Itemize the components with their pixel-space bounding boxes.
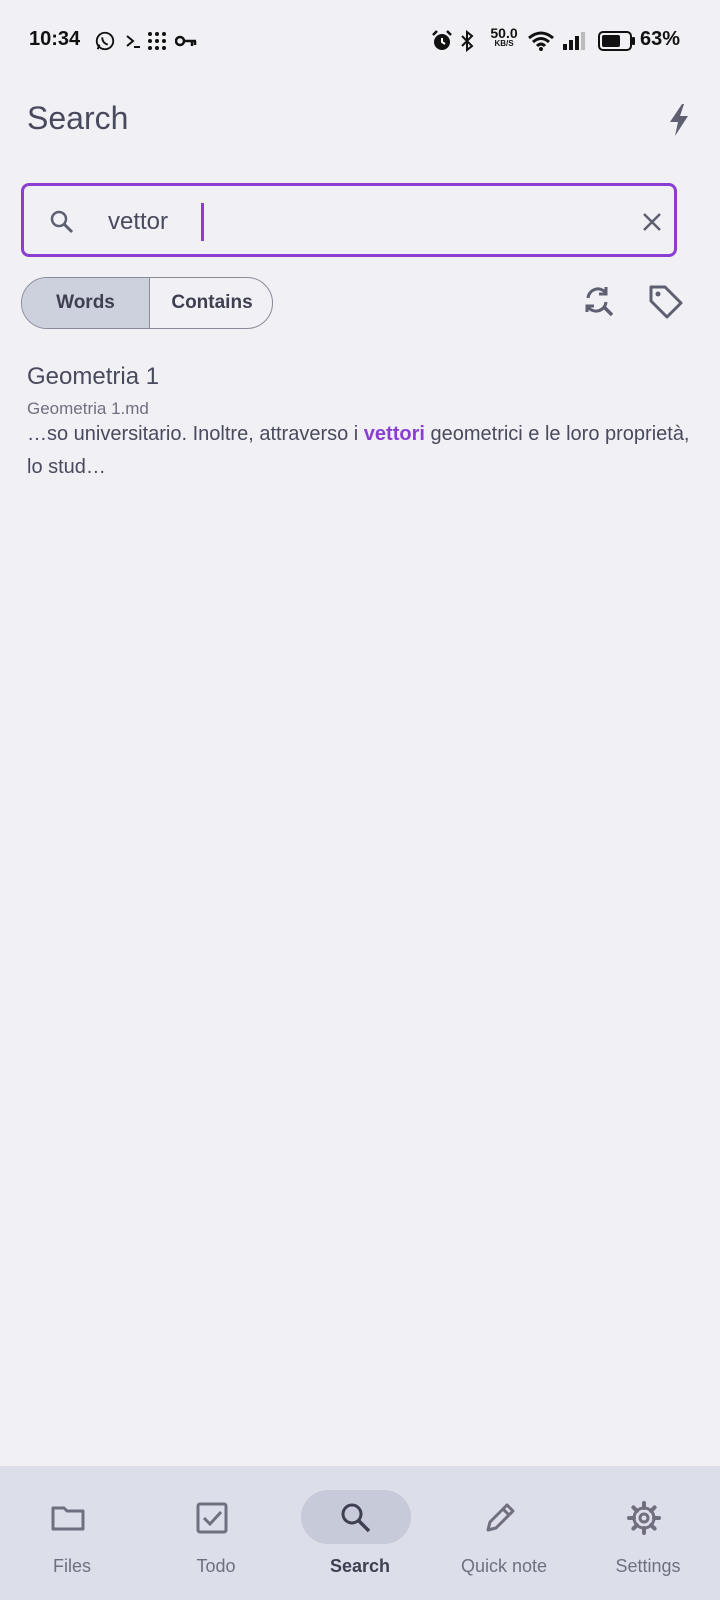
net-speed: 50.0 KB/S bbox=[486, 26, 522, 48]
close-icon[interactable] bbox=[638, 208, 666, 236]
result-filename: Geometria 1.md bbox=[27, 399, 149, 418]
search-icon bbox=[338, 1500, 374, 1536]
result-title: Geometria 1 bbox=[27, 363, 160, 390]
checkbox-icon bbox=[194, 1500, 230, 1536]
nav-label: Settings bbox=[615, 1556, 681, 1576]
snippet-match: vettori bbox=[363, 423, 425, 445]
snippet-text-before: …so universitario. Inoltre, attraverso i bbox=[27, 423, 364, 445]
search-input[interactable] bbox=[108, 204, 628, 240]
nav-quick-note[interactable]: Quick note bbox=[432, 1466, 576, 1600]
wifi-icon bbox=[526, 27, 556, 55]
bolt-icon[interactable] bbox=[664, 102, 694, 138]
bluetooth-icon bbox=[459, 27, 475, 55]
pencil-icon bbox=[482, 1500, 518, 1536]
alarm-icon bbox=[430, 27, 454, 55]
nav-label: Files bbox=[52, 1556, 91, 1576]
tag-icon[interactable] bbox=[645, 281, 685, 321]
text-caret bbox=[201, 203, 204, 241]
net-speed-value: 50.0 bbox=[490, 25, 518, 41]
nav-files[interactable]: Files bbox=[0, 1466, 144, 1600]
whatsapp-icon bbox=[93, 27, 117, 55]
page-title: Search bbox=[27, 100, 129, 136]
nav-label: Quick note bbox=[460, 1556, 548, 1576]
terminal-icon bbox=[123, 27, 143, 55]
battery-icon bbox=[597, 27, 637, 55]
search-icon bbox=[48, 208, 76, 236]
mode-contains-button[interactable]: Contains bbox=[150, 278, 272, 328]
signal-icon bbox=[561, 27, 587, 55]
folder-icon bbox=[50, 1500, 86, 1536]
app-grid-icon bbox=[145, 27, 169, 55]
nav-label: Search bbox=[329, 1556, 391, 1576]
search-mode-toggle: Words Contains bbox=[21, 277, 273, 329]
bottom-navigation: Files Todo Search Quick note Settings bbox=[0, 1466, 720, 1600]
nav-settings[interactable]: Settings bbox=[576, 1466, 720, 1600]
key-icon bbox=[175, 27, 197, 55]
result-snippet: …so universitario. Inoltre, attraverso i… bbox=[27, 418, 697, 484]
mode-words-button[interactable]: Words bbox=[22, 278, 150, 328]
search-field[interactable] bbox=[21, 183, 677, 257]
refresh-search-icon[interactable] bbox=[578, 281, 618, 321]
battery-percent: 63% bbox=[640, 28, 681, 50]
net-speed-unit: KB/S bbox=[494, 39, 514, 48]
nav-label: Todo bbox=[196, 1556, 236, 1576]
status-time: 10:34 bbox=[29, 28, 81, 50]
gear-icon bbox=[626, 1500, 662, 1536]
nav-search[interactable]: Search bbox=[288, 1466, 432, 1600]
nav-todo[interactable]: Todo bbox=[144, 1466, 288, 1600]
status-bar: 10:34 50.0 KB/S 63% bbox=[0, 0, 720, 82]
